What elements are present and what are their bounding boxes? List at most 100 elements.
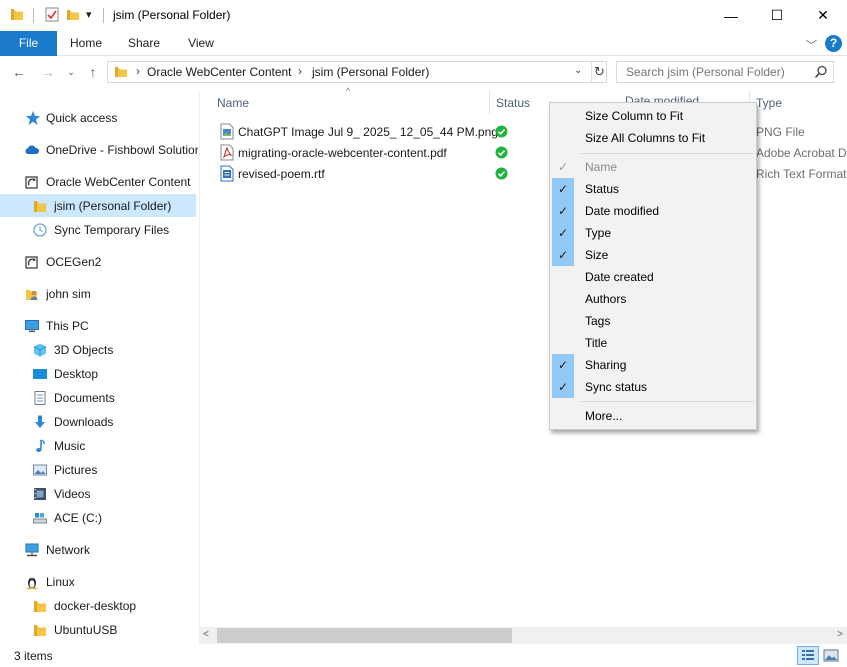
nav-item-network[interactable]: Network [0, 538, 199, 561]
menu-item-date-created[interactable]: Date created [552, 266, 754, 288]
nav-item-label: OneDrive - Fishbowl Solutions [46, 143, 198, 157]
large-icons-view-icon[interactable] [823, 648, 839, 663]
horizontal-scrollbar[interactable]: < > [200, 627, 847, 644]
nav-item-videos[interactable]: Videos [0, 482, 199, 505]
scroll-right-button[interactable]: > [837, 629, 843, 640]
search-icon[interactable] [814, 65, 828, 79]
folder-icon[interactable] [10, 7, 24, 22]
back-button[interactable]: ← [10, 62, 28, 82]
menu-item-label: Size [585, 248, 609, 262]
column-header-name[interactable]: Name [217, 96, 249, 110]
nav-item-label: Documents [54, 391, 115, 405]
sync-folder-icon [25, 256, 38, 269]
column-header-date-modified[interactable]: Date modified [625, 94, 699, 102]
nav-item-label: jsim (Personal Folder) [54, 199, 172, 213]
nav-item-jsim-personal-folder[interactable]: jsim (Personal Folder) [0, 194, 196, 217]
sync-ok-icon [495, 167, 508, 180]
nav-item-john-sim[interactable]: john sim [0, 282, 199, 305]
tab-file[interactable]: File [0, 31, 57, 56]
ribbon-tabs: File Home Share View ﹀ ? [0, 31, 847, 56]
column-divider[interactable] [489, 90, 490, 114]
folder-icon [34, 625, 46, 636]
nav-item-documents[interactable]: Documents [0, 386, 199, 409]
nav-item-pictures[interactable]: Pictures [0, 458, 199, 481]
minimize-button[interactable]: — [708, 0, 754, 31]
nav-item-ocegen2[interactable]: OCEGen2 [0, 250, 199, 273]
nav-item-music[interactable]: Music [0, 434, 199, 457]
details-view-button[interactable] [797, 646, 819, 665]
tab-view[interactable]: View [173, 31, 229, 56]
nav-item-onedrive[interactable]: OneDrive - Fishbowl Solutions [0, 138, 199, 161]
menu-item-label: Status [585, 182, 620, 196]
nav-item-docker-desktop[interactable]: docker-desktop [0, 594, 199, 617]
menu-item-label: Sharing [585, 358, 627, 372]
cloud-icon [25, 145, 40, 154]
linux-icon [27, 577, 37, 590]
nav-item-3d-objects[interactable]: 3D Objects [0, 338, 199, 361]
menu-item-more[interactable]: More... [552, 405, 754, 427]
menu-item-type[interactable]: ✓ Type [552, 222, 754, 244]
properties-icon[interactable] [45, 7, 59, 22]
menu-item-size-all-columns-to-fit[interactable]: Size All Columns to Fit [552, 127, 754, 149]
nav-item-label: Quick access [46, 111, 118, 125]
breadcrumb-jsim-personal-folder[interactable]: jsim (Personal Folder) [312, 65, 429, 79]
search-box[interactable]: Search jsim (Personal Folder) [616, 61, 834, 83]
breadcrumb-separator[interactable]: › [298, 64, 302, 78]
refresh-button[interactable]: ↻ [591, 62, 607, 82]
menu-item-label: More... [585, 409, 623, 423]
search-input[interactable]: Search jsim (Personal Folder) [626, 65, 785, 79]
nav-item-sync-temporary-files[interactable]: Sync Temporary Files [0, 218, 199, 241]
forward-button[interactable]: → [39, 62, 57, 82]
menu-item-name: ✓ Name [552, 156, 754, 178]
menu-item-date-modified[interactable]: ✓ Date modified [552, 200, 754, 222]
nav-item-desktop[interactable]: Desktop [0, 362, 199, 385]
nav-item-this-pc[interactable]: This PC [0, 314, 199, 337]
tab-share[interactable]: Share [115, 31, 173, 56]
new-folder-icon[interactable] [66, 7, 80, 22]
tab-home[interactable]: Home [57, 31, 115, 56]
menu-item-authors[interactable]: Authors [552, 288, 754, 310]
expand-ribbon-button[interactable]: ﹀ [806, 37, 817, 53]
scrollbar-thumb[interactable] [217, 628, 512, 643]
menu-item-title[interactable]: Title [552, 332, 754, 354]
menu-item-size[interactable]: ✓ Size [552, 244, 754, 266]
menu-item-status[interactable]: ✓ Status [552, 178, 754, 200]
check-icon: ✓ [552, 178, 574, 200]
menu-item-sync-status[interactable]: ✓ Sync status [552, 376, 754, 398]
sync-ok-icon [495, 125, 508, 138]
address-bar[interactable]: › Oracle WebCenter Content › jsim (Perso… [107, 61, 607, 83]
file-name: revised-poem.rtf [238, 167, 325, 181]
help-icon[interactable]: ? [825, 35, 842, 52]
details-view-icon [802, 650, 814, 660]
check-icon: ✓ [552, 354, 574, 376]
menu-item-size-column-to-fit[interactable]: Size Column to Fit [552, 105, 754, 127]
nav-item-label: Music [54, 439, 86, 453]
close-button[interactable]: ✕ [800, 0, 846, 31]
nav-item-ubuntuusb[interactable]: UbuntuUSB [0, 618, 199, 641]
recent-locations-button[interactable]: ⌄ [64, 62, 78, 82]
folder-icon [34, 601, 46, 612]
maximize-button[interactable]: ☐ [754, 0, 800, 31]
menu-item-tags[interactable]: Tags [552, 310, 754, 332]
quick-access-dropdown[interactable]: ▾ [86, 8, 92, 21]
nav-item-label: Downloads [54, 415, 114, 429]
scroll-left-button[interactable]: < [203, 629, 209, 640]
nav-item-label: UbuntuUSB [54, 623, 118, 637]
pane-divider[interactable] [199, 92, 200, 645]
up-button[interactable]: ↑ [84, 62, 102, 82]
breadcrumb-oracle-webcenter-content[interactable]: Oracle WebCenter Content [147, 65, 292, 79]
nav-item-quick-access[interactable]: Quick access [0, 106, 199, 129]
breadcrumb-separator[interactable]: › [136, 64, 140, 78]
menu-item-label: Date created [585, 270, 654, 284]
nav-item-oracle-webcenter-content[interactable]: Oracle WebCenter Content [0, 170, 199, 193]
column-header-status[interactable]: Status [496, 96, 530, 110]
menu-separator [580, 401, 754, 402]
nav-item-downloads[interactable]: Downloads [0, 410, 199, 433]
item-count: 3 items [14, 649, 53, 663]
menu-item-sharing[interactable]: ✓ Sharing [552, 354, 754, 376]
address-dropdown-button[interactable]: ⌄ [574, 65, 582, 76]
nav-item-linux[interactable]: Linux [0, 570, 199, 593]
nav-item-ace-drive[interactable]: ACE (C:) [0, 506, 199, 529]
column-header-type[interactable]: Type [756, 96, 782, 110]
nav-item-label: Oracle WebCenter Content [46, 175, 191, 189]
